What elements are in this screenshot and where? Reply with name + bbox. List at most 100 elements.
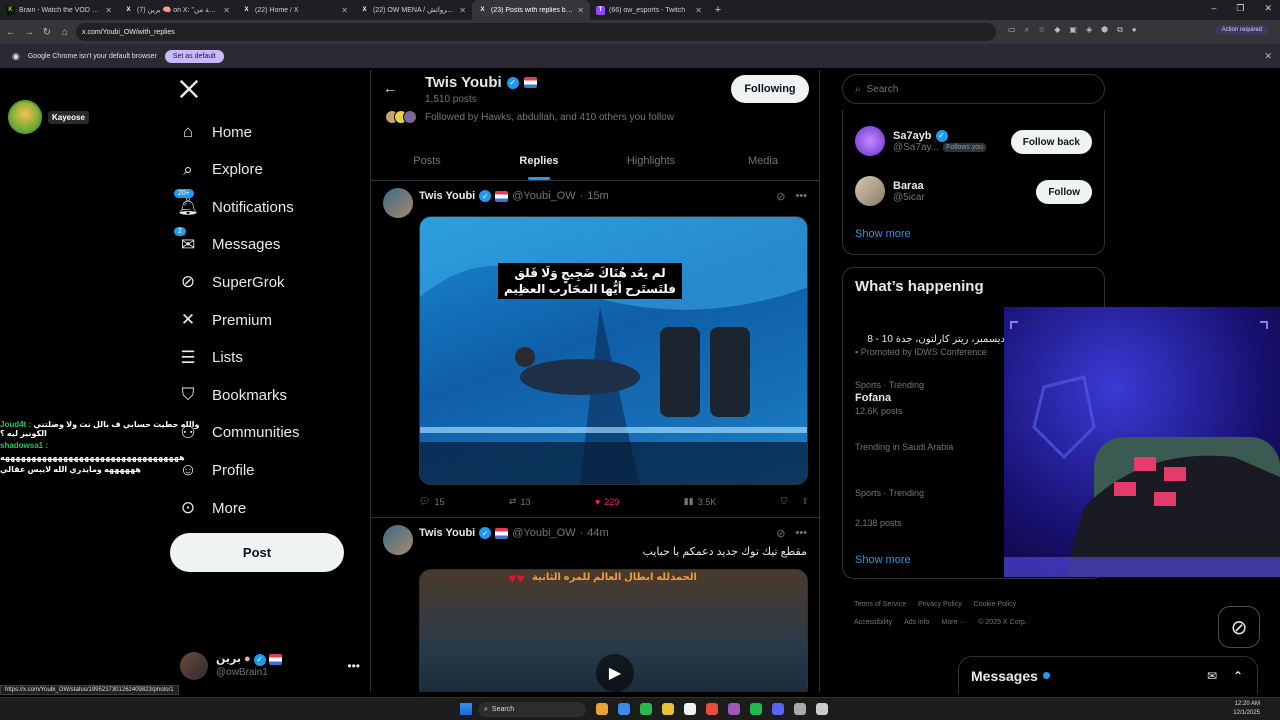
footer-link[interactable]: © 2025 X Corp. xyxy=(978,619,1026,626)
clock-date[interactable]: 12/1/2025 xyxy=(1233,709,1260,718)
close-infobar-icon[interactable]: ✕ xyxy=(1264,51,1272,62)
avatar[interactable] xyxy=(383,525,413,555)
close-window-icon[interactable]: ✕ xyxy=(1264,3,1272,14)
tab-replies[interactable]: Replies xyxy=(483,141,595,180)
followed-by[interactable]: Followed by Hawks, abdullah, and 410 oth… xyxy=(385,110,674,124)
trend-item[interactable]: Sports · Trending Fofana 12.6K posts xyxy=(855,380,924,416)
extension-icon[interactable]: ▣ xyxy=(1069,25,1077,35)
maximize-icon[interactable]: ❐ xyxy=(1236,3,1244,14)
windows-start-icon[interactable] xyxy=(460,703,472,715)
close-tab-icon[interactable]: ✕ xyxy=(105,6,112,15)
taskbar-app-icon[interactable] xyxy=(662,703,674,715)
footer-link[interactable]: Ads info xyxy=(904,619,929,626)
show-more-link[interactable]: Show more xyxy=(855,228,911,240)
back-icon[interactable]: ← xyxy=(4,27,18,38)
taskbar-app-icon[interactable] xyxy=(728,703,740,715)
home-button-icon[interactable]: ⌂ xyxy=(58,27,72,38)
grok-icon[interactable]: ⊘ xyxy=(776,190,785,203)
tweet[interactable]: Twis Youbi ✓ @Youbi_OW · 44m ⊘ ••• مقطع … xyxy=(371,519,819,692)
nav-item-explore[interactable]: ⌕ Explore xyxy=(178,153,263,187)
footer-link[interactable]: Terms of Service xyxy=(854,601,906,608)
tweet-author-name[interactable]: Twis Youbi xyxy=(419,190,475,202)
reply-button[interactable]: 💬︎ 15 xyxy=(419,496,444,507)
taskbar-app-icon[interactable] xyxy=(706,703,718,715)
taskbar-app-icon[interactable] xyxy=(618,703,630,715)
extension-icon[interactable]: ◈ xyxy=(1086,25,1092,35)
browser-tab[interactable]: T (66) ow_esports - Twitch ✕ xyxy=(590,0,708,20)
forward-icon[interactable]: → xyxy=(22,27,36,38)
avatar[interactable] xyxy=(383,188,413,218)
footer-link[interactable]: More ··· xyxy=(941,619,966,626)
nav-item-profile[interactable]: ☺ Profile xyxy=(178,453,254,487)
extension-icon[interactable]: ◆ xyxy=(1054,25,1060,35)
browser-tab[interactable]: X (23) Posts with replies by Twis ✕ xyxy=(472,0,590,20)
tweet-time[interactable]: 15m xyxy=(587,190,608,202)
cast-icon[interactable]: ▭ xyxy=(1008,25,1016,35)
more-dots-icon[interactable]: ••• xyxy=(795,190,807,203)
star-icon[interactable]: ☆ xyxy=(1038,25,1045,35)
taskbar-search[interactable]: ⌕ Search xyxy=(478,702,586,717)
clock-time[interactable]: 12:20 AM xyxy=(1233,700,1260,709)
browser-tab[interactable]: K Brain - Watch the VOD on Kick ✕ xyxy=(0,0,118,20)
extension-icon[interactable]: ⬢ xyxy=(1101,25,1108,35)
repost-button[interactable]: ⇄ 13 xyxy=(509,496,531,507)
nav-item-supergrok[interactable]: ⊘ SuperGrok xyxy=(178,265,285,299)
nav-item-notifications[interactable]: 🔔︎ 20+ Notifications xyxy=(174,189,294,224)
who-to-follow-item[interactable]: Baraa @5icar xyxy=(855,176,925,206)
tweet-author-name[interactable]: Twis Youbi xyxy=(419,527,475,539)
tab-highlights[interactable]: Highlights xyxy=(595,141,707,180)
nav-item-home[interactable]: ⌂ Home xyxy=(178,115,252,149)
follow-back-button[interactable]: Follow back xyxy=(1010,130,1092,154)
more-dots-icon[interactable]: ••• xyxy=(347,659,360,673)
set-default-button[interactable]: Set as default xyxy=(164,49,224,63)
following-button[interactable]: Following xyxy=(731,75,809,103)
tweet-time[interactable]: 44m xyxy=(587,527,608,539)
tweet-handle[interactable]: @Youbi_OW xyxy=(512,190,575,202)
tweet[interactable]: Twis Youbi ✓ @Youbi_OW · 15m ⊘ ••• لم يع… xyxy=(371,182,819,518)
browser-tab[interactable]: X (7) برين 🧠 on X: "لقطة من ✕ xyxy=(118,0,236,20)
follow-button[interactable]: Follow xyxy=(1036,180,1092,204)
account-switcher[interactable]: برين ● ✓ @owBrain1 ••• xyxy=(180,648,360,684)
close-tab-icon[interactable]: ✕ xyxy=(341,6,348,15)
tweet-media-image[interactable]: لم يعُد هُنَاكَ ضَجِيجٍ وَلَا قَلق فلتَس… xyxy=(419,216,808,485)
nav-item-more[interactable]: ⊙ More xyxy=(178,491,246,525)
views-button[interactable]: ▮▮ 3.5K xyxy=(684,496,716,507)
browser-tab[interactable]: X (22) OW MENA / ذات اوفرواتش✕ xyxy=(354,0,472,20)
grok-icon[interactable]: ⊘ xyxy=(776,527,785,540)
zoom-icon[interactable]: ⌕ xyxy=(1025,25,1029,35)
messages-drawer[interactable]: Messages ✉ ⌃ xyxy=(958,656,1258,694)
grok-fab-button[interactable]: ⊘ xyxy=(1218,606,1260,648)
expand-chevron-icon[interactable]: ⌃ xyxy=(1233,669,1243,683)
taskbar-app-icon[interactable] xyxy=(596,703,608,715)
reload-icon[interactable]: ↻ xyxy=(40,27,54,38)
profile-icon[interactable]: ● xyxy=(1132,25,1137,35)
trend-item[interactable]: ديسمبر، ريتز كارلتون، جدة 10 - 8 ▪ Promo… xyxy=(855,332,1005,357)
close-tab-icon[interactable]: ✕ xyxy=(223,6,230,15)
taskbar-app-icon[interactable] xyxy=(640,703,652,715)
nav-item-lists[interactable]: ☰ Lists xyxy=(178,341,242,375)
back-arrow-icon[interactable]: ← xyxy=(383,80,397,96)
post-button[interactable]: Post xyxy=(170,533,344,572)
close-tab-icon[interactable]: ✕ xyxy=(577,6,584,15)
browser-tab[interactable]: X (22) Home / X ✕ xyxy=(236,0,354,20)
nav-item-messages[interactable]: ✉ 2 Messages xyxy=(174,226,280,262)
footer-link[interactable]: Accessibility xyxy=(854,619,892,626)
search-input[interactable]: ⌕ Search xyxy=(842,74,1105,104)
url-field[interactable]: x.com/Youbi_OW/with_replies xyxy=(76,23,996,41)
new-message-icon[interactable]: ✉ xyxy=(1207,669,1217,683)
tab-media[interactable]: Media xyxy=(707,141,819,180)
nav-item-communities[interactable]: ⚇ Communities xyxy=(178,416,299,450)
like-button[interactable]: ♥ 229 xyxy=(595,496,619,507)
minimize-icon[interactable]: – xyxy=(1211,3,1216,14)
tab-posts[interactable]: Posts xyxy=(371,141,483,180)
more-dots-icon[interactable]: ••• xyxy=(795,527,807,540)
new-tab-button[interactable]: + xyxy=(708,4,728,16)
footer-link[interactable]: Cookie Policy xyxy=(974,601,1016,608)
action-required-chip[interactable]: Action required xyxy=(1215,25,1268,35)
play-icon[interactable]: ▶ xyxy=(596,654,634,692)
share-icon[interactable]: ⇪ xyxy=(801,496,809,507)
taskbar-app-icon[interactable] xyxy=(750,703,762,715)
nav-item-bookmarks[interactable]: ⛉ Bookmarks xyxy=(178,378,287,412)
taskbar-app-icon[interactable] xyxy=(772,703,784,715)
nav-item-premium[interactable]: ✕ Premium xyxy=(178,303,272,337)
